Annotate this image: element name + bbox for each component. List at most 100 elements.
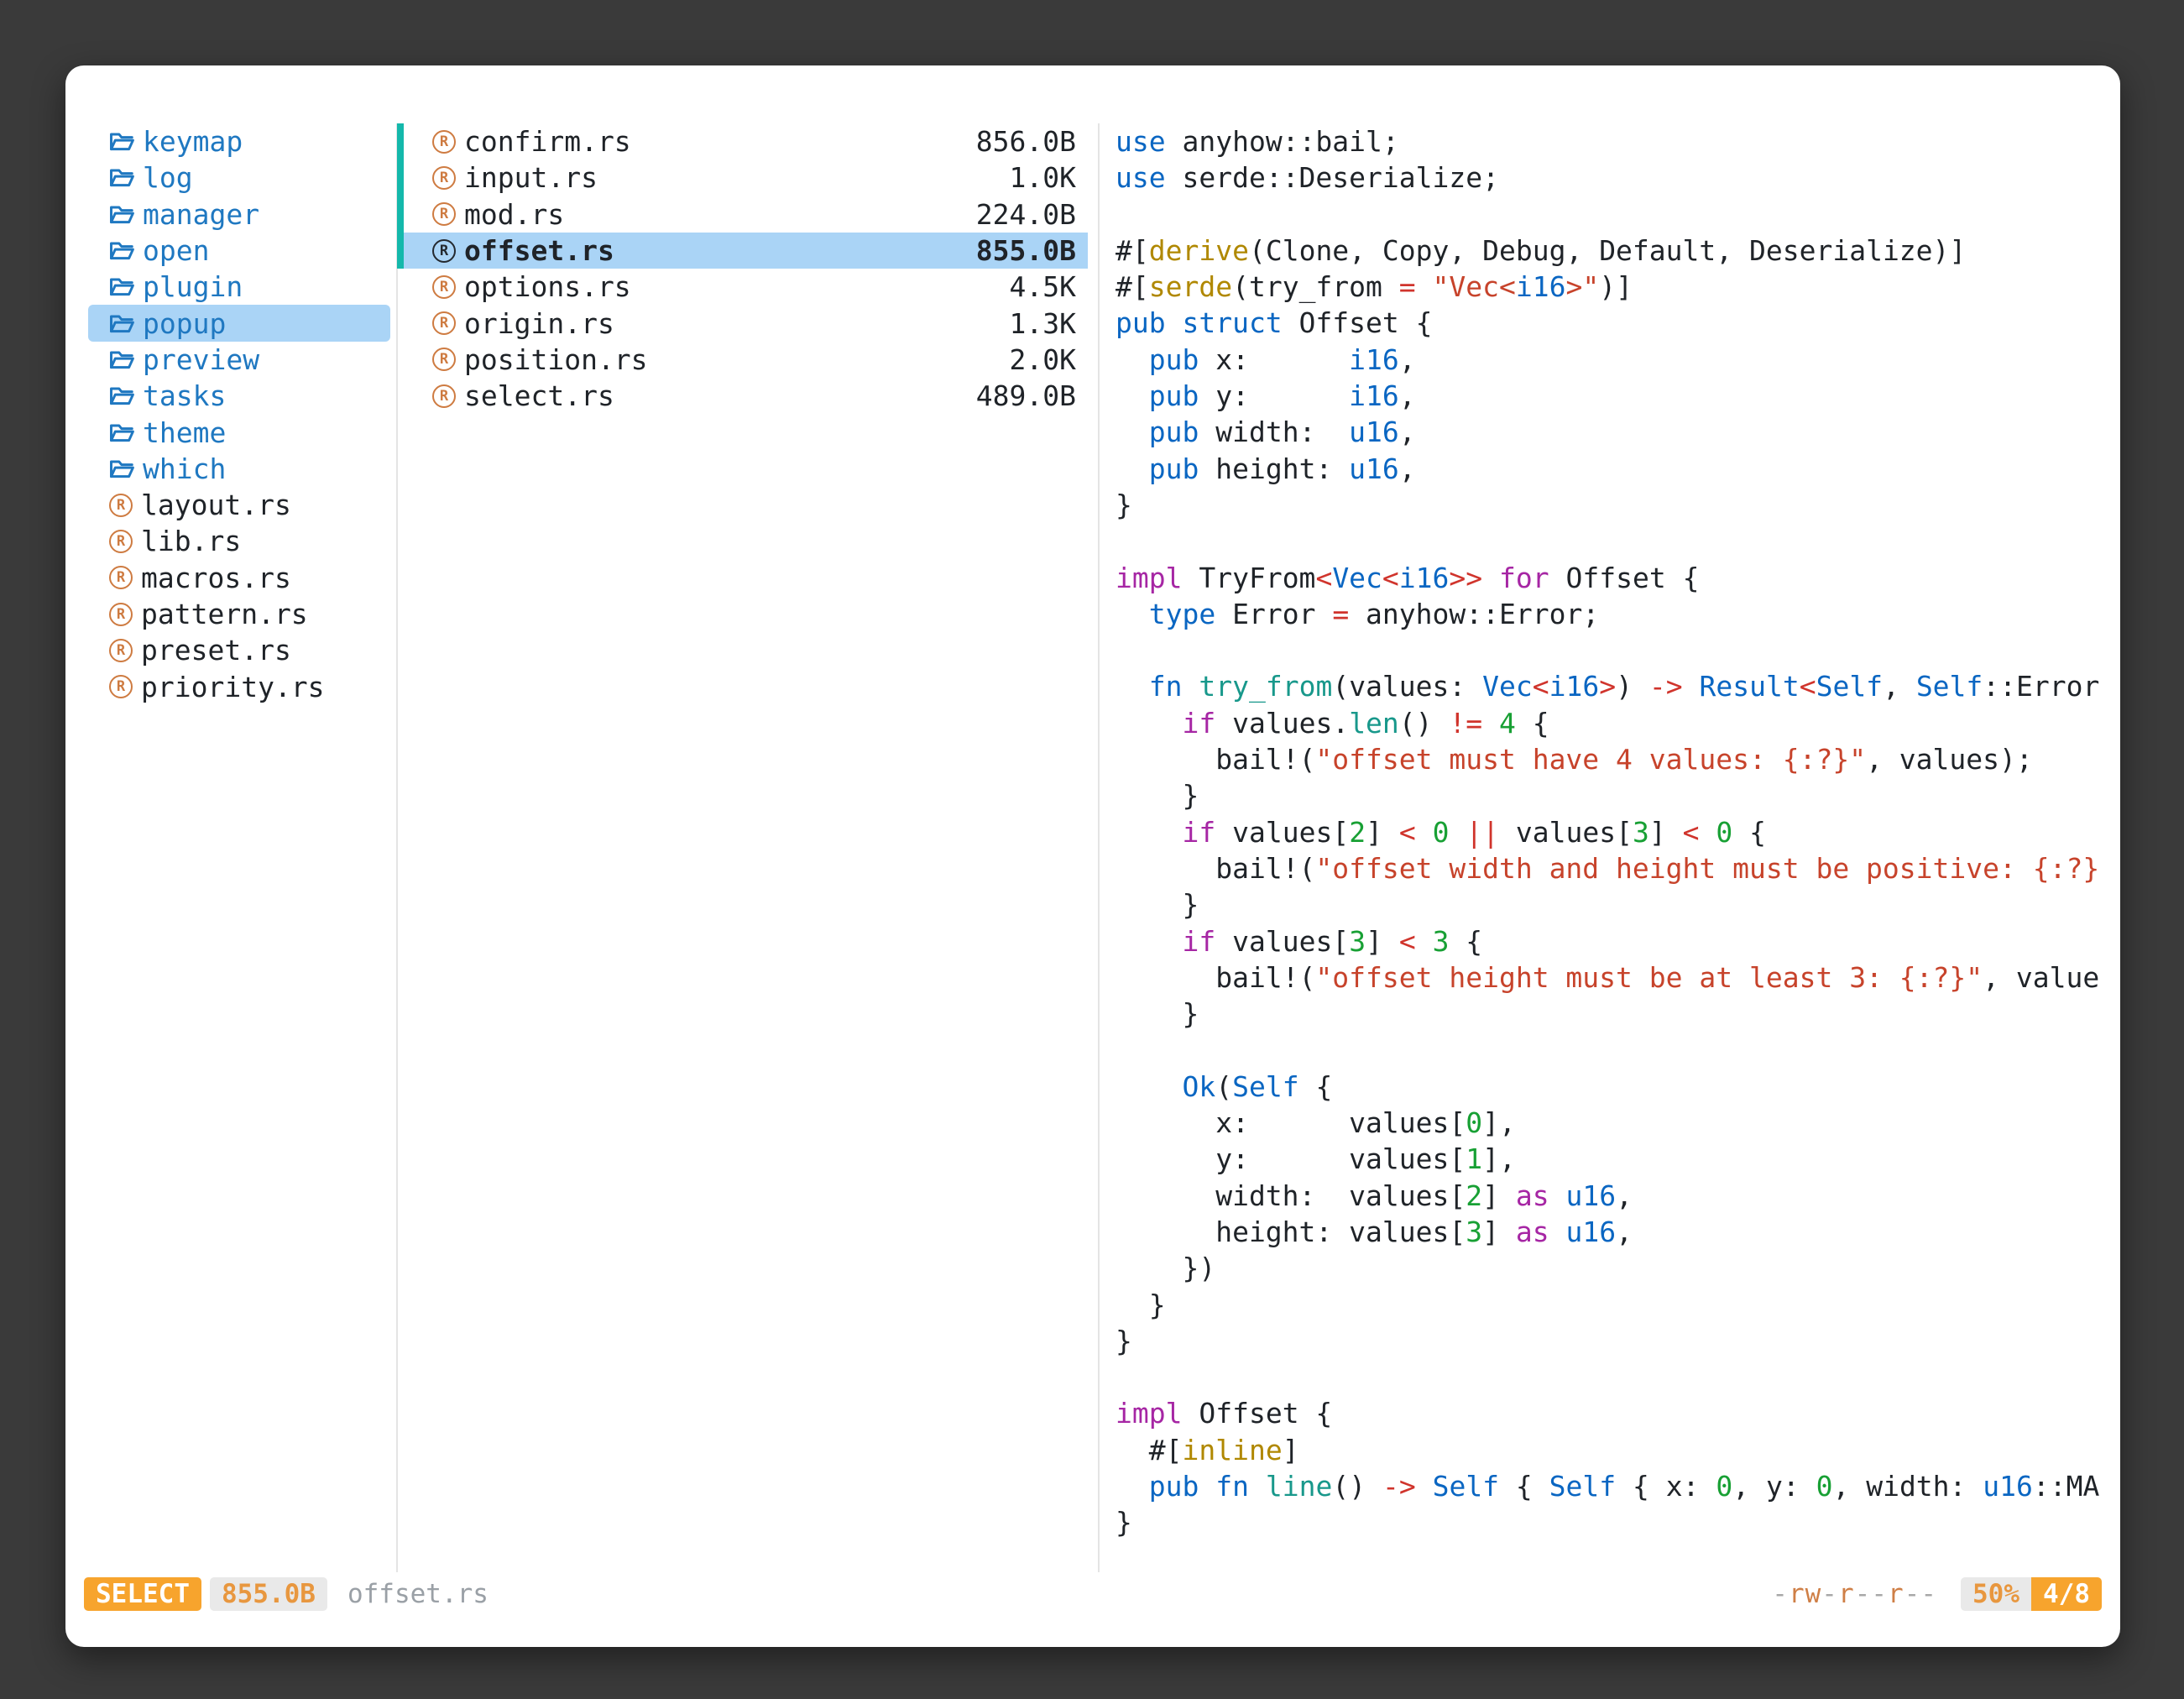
entry-label: lib.rs — [141, 525, 241, 557]
code-line: } — [1116, 1287, 2120, 1323]
code-line: } — [1116, 886, 2120, 923]
file-size: 489.0B — [976, 379, 1076, 412]
entry-label: which — [143, 452, 226, 485]
sidebar-file-priority-rs[interactable]: Rpriority.rs — [88, 668, 390, 704]
code-line: }) — [1116, 1250, 2120, 1286]
entry-label: preview — [143, 343, 259, 376]
file-size: 1.3K — [1010, 307, 1076, 340]
sidebar-file-layout-rs[interactable]: Rlayout.rs — [88, 487, 390, 523]
file-name: position.rs — [464, 343, 1010, 376]
sidebar-folder-tasks[interactable]: tasks — [88, 378, 390, 414]
rust-file-icon: R — [432, 130, 456, 154]
file-size-badge: 855.0B — [210, 1577, 327, 1611]
entry-label: layout.rs — [141, 489, 291, 521]
code-line: width: values[2] as u16, — [1116, 1178, 2120, 1214]
code-line: bail!("offset height must be at least 3:… — [1116, 959, 2120, 996]
code-line: if values[3] < 3 { — [1116, 923, 2120, 959]
code-line: #[inline] — [1116, 1432, 2120, 1468]
entry-label: manager — [143, 198, 259, 231]
code-line: pub fn line() -> Self { Self { x: 0, y: … — [1116, 1468, 2120, 1504]
sidebar-file-macros-rs[interactable]: Rmacros.rs — [88, 560, 390, 596]
open-folder-icon — [109, 349, 134, 370]
open-folder-icon — [109, 240, 134, 261]
permissions-text: -rw-r--r-- — [1772, 1579, 1937, 1609]
file-row-select-rs[interactable]: Rselect.rs489.0B — [397, 378, 1088, 414]
code-line: pub width: u16, — [1116, 414, 2120, 450]
rust-file-icon: R — [109, 603, 133, 626]
rust-file-icon: R — [109, 530, 133, 553]
file-row-offset-rs[interactable]: Roffset.rs855.0B — [397, 233, 1088, 269]
code-line: } — [1116, 1504, 2120, 1540]
code-line: use anyhow::bail; — [1116, 123, 2120, 159]
entry-label: pattern.rs — [141, 598, 308, 630]
rust-file-icon: R — [109, 675, 133, 698]
sidebar-file-pattern-rs[interactable]: Rpattern.rs — [88, 596, 390, 632]
sidebar-file-preset-rs[interactable]: Rpreset.rs — [88, 632, 390, 668]
entry-label: popup — [143, 307, 226, 340]
code-line — [1116, 632, 2120, 668]
open-folder-icon — [109, 204, 134, 225]
pane-divider-right — [1098, 123, 1100, 1572]
code-line: use serde::Deserialize; — [1116, 159, 2120, 196]
file-name: offset.rs — [464, 234, 976, 267]
rust-file-icon: R — [432, 384, 456, 408]
file-size: 855.0B — [976, 234, 1076, 267]
sidebar-folder-theme[interactable]: theme — [88, 414, 390, 450]
rust-file-icon: R — [432, 239, 456, 263]
file-name: origin.rs — [464, 307, 1010, 340]
file-row-mod-rs[interactable]: Rmod.rs224.0B — [397, 196, 1088, 233]
mode-badge: SELECT — [84, 1577, 201, 1611]
code-line: y: values[1], — [1116, 1141, 2120, 1177]
sidebar-folder-which[interactable]: which — [88, 451, 390, 487]
sidebar-folder-popup[interactable]: popup — [88, 305, 390, 341]
entry-label: theme — [143, 416, 226, 449]
code-line: if values.len() != 4 { — [1116, 705, 2120, 741]
open-folder-icon — [109, 276, 134, 297]
code-line: pub struct Offset { — [1116, 305, 2120, 341]
open-folder-icon — [109, 167, 134, 188]
file-size: 1.0K — [1010, 161, 1076, 194]
file-row-origin-rs[interactable]: Rorigin.rs1.3K — [397, 305, 1088, 341]
sidebar-folder-preview[interactable]: preview — [88, 342, 390, 378]
cursor-position-badge: 4/8 — [2031, 1577, 2102, 1611]
file-preview-pane[interactable]: use anyhow::bail;use serde::Deserialize;… — [1116, 123, 2120, 1560]
file-size: 4.5K — [1010, 270, 1076, 303]
code-line: bail!("offset width and height must be p… — [1116, 850, 2120, 886]
rust-file-icon: R — [432, 166, 456, 190]
sidebar-folder-open[interactable]: open — [88, 233, 390, 269]
file-size: 856.0B — [976, 125, 1076, 158]
file-row-confirm-rs[interactable]: Rconfirm.rs856.0B — [397, 123, 1088, 159]
entry-label: open — [143, 234, 209, 267]
open-folder-icon — [109, 131, 134, 152]
file-name: select.rs — [464, 379, 976, 412]
code-line: pub x: i16, — [1116, 342, 2120, 378]
scroll-percent-badge: 50% — [1961, 1577, 2031, 1611]
sidebar-folder-plugin[interactable]: plugin — [88, 269, 390, 305]
entry-label: priority.rs — [141, 671, 325, 703]
entry-label: keymap — [143, 125, 243, 158]
code-line: #[serde(try_from = "Vec<i16>")] — [1116, 269, 2120, 305]
file-row-position-rs[interactable]: Rposition.rs2.0K — [397, 342, 1088, 378]
entry-label: preset.rs — [141, 634, 291, 667]
sidebar-folder-log[interactable]: log — [88, 159, 390, 196]
open-folder-icon — [109, 313, 134, 334]
sidebar-folder-manager[interactable]: manager — [88, 196, 390, 233]
sidebar-file-lib-rs[interactable]: Rlib.rs — [88, 523, 390, 559]
code-line: } — [1116, 1323, 2120, 1359]
sidebar-folder-keymap[interactable]: keymap — [88, 123, 390, 159]
code-line: #[derive(Clone, Copy, Debug, Default, De… — [1116, 233, 2120, 269]
entry-label: plugin — [143, 270, 243, 303]
status-bar: SELECT 855.0B offset.rs -rw-r--r-- 50% 4… — [84, 1576, 2102, 1612]
file-row-options-rs[interactable]: Roptions.rs4.5K — [397, 269, 1088, 305]
file-size: 2.0K — [1010, 343, 1076, 376]
file-name: input.rs — [464, 161, 1010, 194]
code-line: } — [1116, 487, 2120, 523]
rust-file-icon: R — [432, 311, 456, 335]
file-name: options.rs — [464, 270, 1010, 303]
code-line: impl TryFrom<Vec<i16>> for Offset { — [1116, 560, 2120, 596]
file-row-input-rs[interactable]: Rinput.rs1.0K — [397, 159, 1088, 196]
code-line — [1116, 196, 2120, 233]
selection-marker-bar — [397, 123, 404, 269]
open-folder-icon — [109, 385, 134, 406]
open-folder-icon — [109, 422, 134, 443]
